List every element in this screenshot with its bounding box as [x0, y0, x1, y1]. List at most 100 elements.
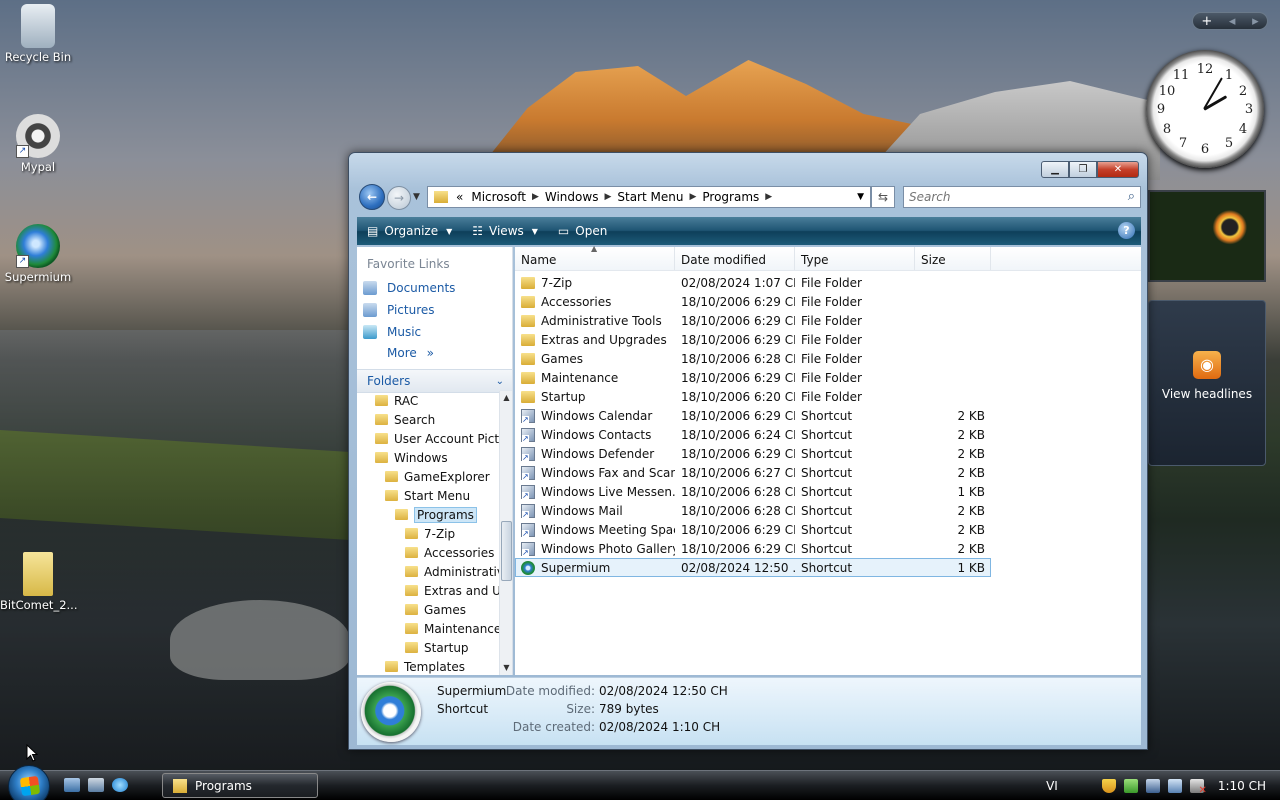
tree-item-user-account-pictu[interactable]: User Account Pictu [357, 429, 499, 448]
shortcut-icon [521, 522, 535, 537]
windows-defender-icon[interactable] [1145, 779, 1160, 793]
file-row[interactable]: 7-Zip 02/08/2024 1:07 CH File Folder [515, 273, 1141, 292]
file-row[interactable]: Startup 18/10/2006 6:20 CH File Folder [515, 387, 1141, 406]
file-row[interactable]: Accessories 18/10/2006 6:29 CH File Folder [515, 292, 1141, 311]
desktop-icon-mypal[interactable]: ↗ Mypal [0, 114, 76, 174]
views-button[interactable]: ☷ Views ▼ [462, 217, 548, 245]
file-type: Shortcut [801, 465, 853, 480]
add-gadget-button[interactable]: + [1201, 14, 1212, 29]
feed-headlines-gadget[interactable]: ◉ View headlines [1148, 300, 1266, 466]
start-button[interactable] [8, 765, 50, 800]
file-row[interactable]: Administrative Tools 18/10/2006 6:29 CH Fi… [515, 311, 1141, 330]
file-row[interactable]: Windows Contacts 18/10/2006 6:24 CH Shortc… [515, 425, 1141, 444]
favorite-link-documents[interactable]: Documents [357, 277, 512, 299]
breadcrumb-programs[interactable]: Programs [698, 190, 763, 204]
tree-item-maintenance[interactable]: Maintenance [357, 619, 499, 638]
scroll-up-button[interactable]: ▲ [500, 391, 512, 405]
sidebar-next-button[interactable]: ▸ [1252, 14, 1259, 29]
file-row[interactable]: Windows Fax and Scan 18/10/2006 6:27 CH Sh… [515, 463, 1141, 482]
file-name-cell: Windows Defender [515, 446, 675, 461]
forward-button[interactable]: → [387, 186, 411, 210]
tree-item-rac[interactable]: RAC [357, 391, 499, 410]
desktop-icon-supermium[interactable]: ↗ Supermium [0, 224, 76, 284]
back-button[interactable]: ← [359, 184, 385, 210]
search-icon[interactable]: ⌕ [1128, 189, 1135, 204]
tree-item-administrativ[interactable]: Administrativ [357, 562, 499, 581]
desktop-icon-bitcomet[interactable]: BitComet_2... [0, 552, 77, 612]
sidebar-prev-button[interactable]: ◂ [1229, 14, 1236, 29]
update-icon[interactable] [1123, 779, 1138, 793]
file-row[interactable]: Windows Mail 18/10/2006 6:28 CH Shortcut 2 … [515, 501, 1141, 520]
tree-item-start-menu[interactable]: Start Menu [357, 486, 499, 505]
file-date: 18/10/2006 6:24 CH [681, 427, 795, 442]
column-header-type[interactable]: Type [795, 247, 915, 270]
scroll-down-button[interactable]: ▼ [500, 661, 512, 675]
help-button[interactable]: ? [1118, 222, 1135, 239]
file-type: File Folder [801, 332, 862, 347]
tree-item-7-zip[interactable]: 7-Zip [357, 524, 499, 543]
breadcrumb-start-menu[interactable]: Start Menu [613, 190, 687, 204]
switch-windows-icon[interactable] [88, 778, 104, 792]
show-desktop-icon[interactable] [64, 778, 80, 792]
language-indicator[interactable]: VI [1046, 779, 1058, 793]
clock-number: 10 [1158, 84, 1176, 99]
favorite-link-pictures[interactable]: Pictures [357, 299, 512, 321]
file-row[interactable]: Maintenance 18/10/2006 6:29 CH File Folder [515, 368, 1141, 387]
search-input[interactable] [904, 187, 1104, 207]
column-header-date[interactable]: Date modified [675, 247, 795, 270]
close-button[interactable]: ✕ [1097, 161, 1139, 178]
refresh-button[interactable]: ⇆ [871, 186, 895, 208]
tree-item-search[interactable]: Search [357, 410, 499, 429]
file-row[interactable]: Windows Photo Gallery 18/10/2006 6:29 CH S… [515, 539, 1141, 558]
more-links-button[interactable]: More » [357, 343, 512, 363]
organize-button[interactable]: ▤ Organize ▼ [357, 217, 462, 245]
tree-item-games[interactable]: Games [357, 600, 499, 619]
file-row[interactable]: Supermium 02/08/2024 12:50 ... Shortcut 1 K… [515, 558, 991, 577]
tree-item-templates[interactable]: Templates [357, 657, 499, 675]
file-row[interactable]: Windows Live Messen... 18/10/2006 6:28 CH… [515, 482, 1141, 501]
taskbar-button-programs[interactable]: Programs [162, 773, 318, 798]
chevron-right-icon[interactable]: ▶ [763, 192, 774, 202]
folder-icon [521, 314, 535, 327]
views-icon: ☷ [472, 224, 484, 238]
chevron-right-icon[interactable]: ▶ [602, 192, 613, 202]
column-header-size[interactable]: Size [915, 247, 991, 270]
tree-item-windows[interactable]: Windows [357, 448, 499, 467]
desktop-icon-recycle-bin[interactable]: Recycle Bin [0, 4, 76, 64]
pictures-icon [363, 303, 377, 317]
taskbar-clock[interactable]: 1:10 CH [1218, 779, 1266, 793]
internet-explorer-icon[interactable] [112, 778, 128, 792]
open-button[interactable]: ▭ Open [548, 217, 617, 245]
tree-item-startup[interactable]: Startup [357, 638, 499, 657]
breadcrumb-windows[interactable]: Windows [541, 190, 603, 204]
tree-item-programs[interactable]: Programs [357, 505, 499, 524]
address-dropdown-icon[interactable]: ▼ [857, 192, 864, 202]
file-row[interactable]: Windows Calendar 18/10/2006 6:29 CH Shortc… [515, 406, 1141, 425]
file-row[interactable]: Games 18/10/2006 6:28 CH File Folder [515, 349, 1141, 368]
column-header-name[interactable]: Name ▲ [515, 244, 675, 270]
maximize-button[interactable]: ❐ [1069, 161, 1097, 178]
tree-item-extras-and-up[interactable]: Extras and Up [357, 581, 499, 600]
folder-tree-scrollbar[interactable]: ▲ ▼ [499, 391, 512, 675]
chevron-right-icon[interactable]: ▶ [687, 192, 698, 202]
breadcrumb-microsoft[interactable]: Microsoft [467, 190, 530, 204]
folders-header[interactable]: Folders ⌄ [357, 369, 512, 393]
network-icon[interactable] [1167, 779, 1182, 793]
zip-archive-icon [23, 552, 53, 596]
chevron-right-icon[interactable]: ▶ [530, 192, 541, 202]
slideshow-gadget[interactable] [1148, 190, 1266, 282]
tree-item-gameexplorer[interactable]: GameExplorer [357, 467, 499, 486]
tree-item-accessories[interactable]: Accessories [357, 543, 499, 562]
file-row[interactable]: Windows Defender 18/10/2006 6:29 CH Shortc… [515, 444, 1141, 463]
file-row[interactable]: Extras and Upgrades 18/10/2006 6:29 CH Fil… [515, 330, 1141, 349]
recent-pages-dropdown[interactable]: ▼ [413, 192, 423, 202]
clock-gadget[interactable]: 12 1 2 3 4 5 6 7 8 9 10 11 [1146, 50, 1264, 168]
address-overflow-chevron[interactable]: « [452, 190, 467, 204]
volume-muted-icon[interactable]: ✕ [1189, 779, 1207, 796]
favorite-link-music[interactable]: Music [357, 321, 512, 343]
security-shield-icon[interactable] [1101, 779, 1116, 793]
minimize-button[interactable]: ▁ [1041, 161, 1069, 178]
file-row[interactable]: Windows Meeting Space 18/10/2006 6:29 CH S… [515, 520, 1141, 539]
address-bar[interactable]: « Microsoft ▶ Windows ▶ Start Menu ▶ Pro… [427, 186, 871, 208]
scrollbar-thumb[interactable] [501, 521, 512, 581]
